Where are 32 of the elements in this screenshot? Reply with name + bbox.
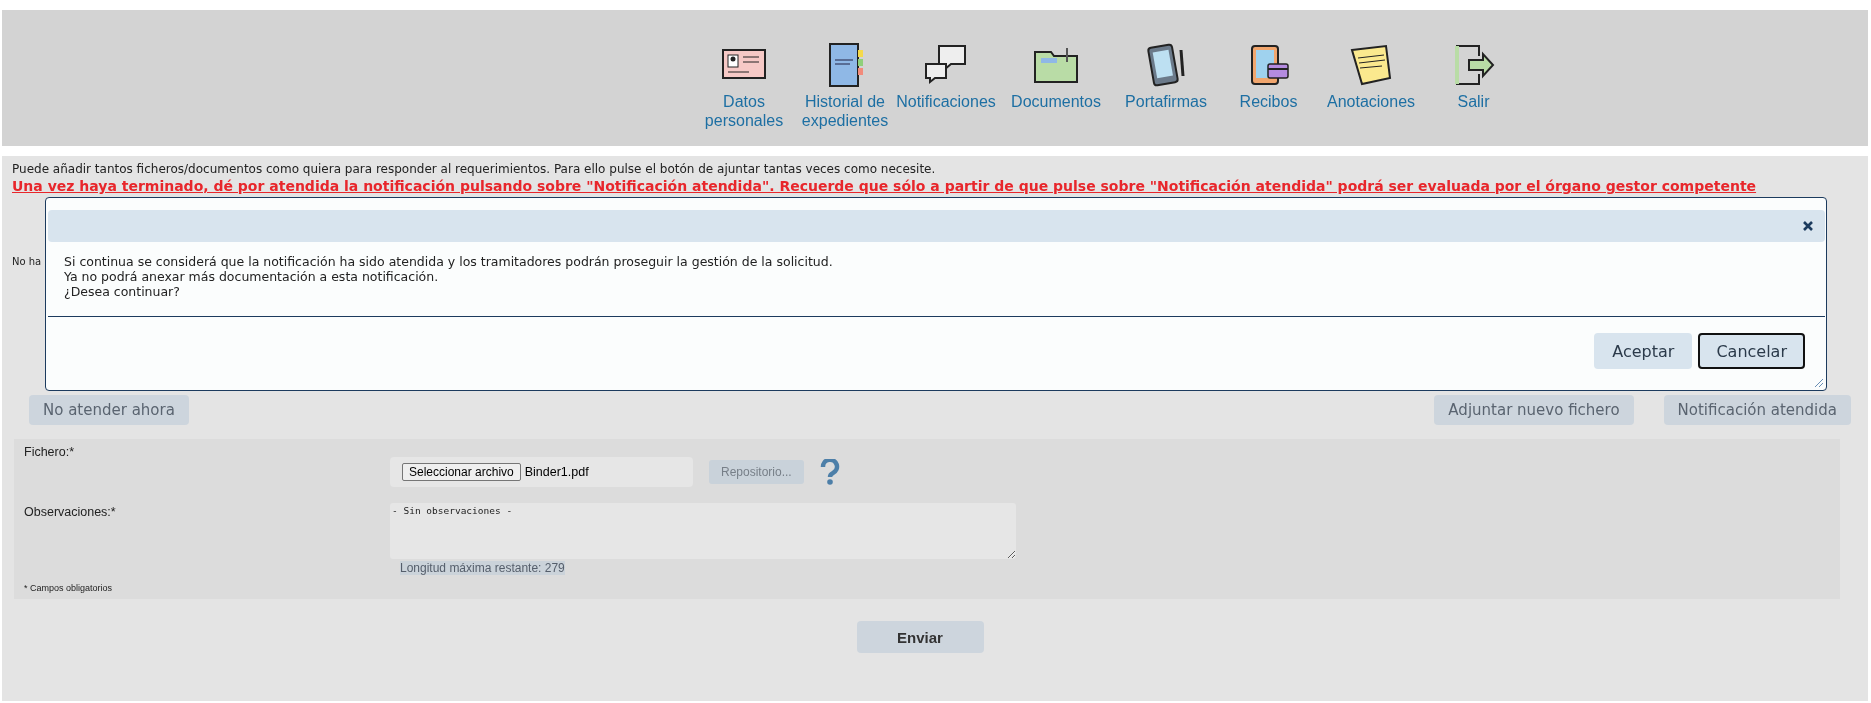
field-label: Fichero:* [24,445,76,461]
repository-button[interactable]: Repositorio... [709,460,804,484]
nav-item[interactable]: Portafirmas [1111,40,1221,111]
nav-item[interactable]: Recibos [1221,40,1316,111]
nav-item[interactable]: Notificaciones [891,40,1001,111]
help-icon[interactable] [819,459,840,485]
nav-item[interactable]: Documentos [1001,40,1111,111]
field-label: Observaciones:* [24,505,117,521]
action-button[interactable]: Notificación atendida [1663,395,1851,425]
close-icon[interactable] [1803,221,1813,231]
dialog-button[interactable]: Aceptar [1594,333,1693,369]
file-name: Binder1.pdf [524,465,589,479]
action-button[interactable]: Adjuntar nuevo fichero [1434,395,1634,425]
dialog-button[interactable]: Cancelar [1698,333,1805,369]
no-attend-button[interactable]: No atender ahora [29,395,189,425]
dialog-message: Si continua se considerá que la notificación ha sido atendida y los tramitadores podrán proseguir la gestión de la solicitud. [64,254,834,269]
nav-item[interactable]: Salir [1426,40,1521,111]
warning-text: Una vez haya terminado, dé por atendida la notificación pulsando sobre "Notificación atendida". Recuerde que sólo a partir de que pulse sobre "Notificación atendida" podrá ser evaluada por el órgano gestor competente [12,178,1758,194]
dialog-message: Ya no podrá anexar más documentación a esta notificación. [64,269,440,284]
instructions-text: Puede añadir tantos ficheros/documentos como quiera para responder al requerimientos. Para ello pulse el botón de ajuntar tantas veces como necesite. [12,162,937,176]
nav-item[interactable]: Datos personales [689,40,799,130]
remaining-length-text: Longitud máxima restante: 279 [400,561,565,575]
file-field[interactable]: Seleccionar archivo Binder1.pdf [390,457,693,487]
required-note: * Campos obligatorios [24,583,114,593]
resize-grip-icon[interactable] [1812,376,1824,388]
notes-field[interactable]: - Sin observaciones - [390,503,1016,559]
choose-file-button[interactable]: Seleccionar archivo [402,463,521,481]
dialog-message: ¿Desea continuar? [64,284,181,299]
nav-item[interactable]: Historial de expedientes [799,40,891,130]
status-text: No ha [12,256,42,267]
nav-item[interactable]: Anotaciones [1316,40,1426,111]
submit-button[interactable]: Enviar [856,621,984,653]
